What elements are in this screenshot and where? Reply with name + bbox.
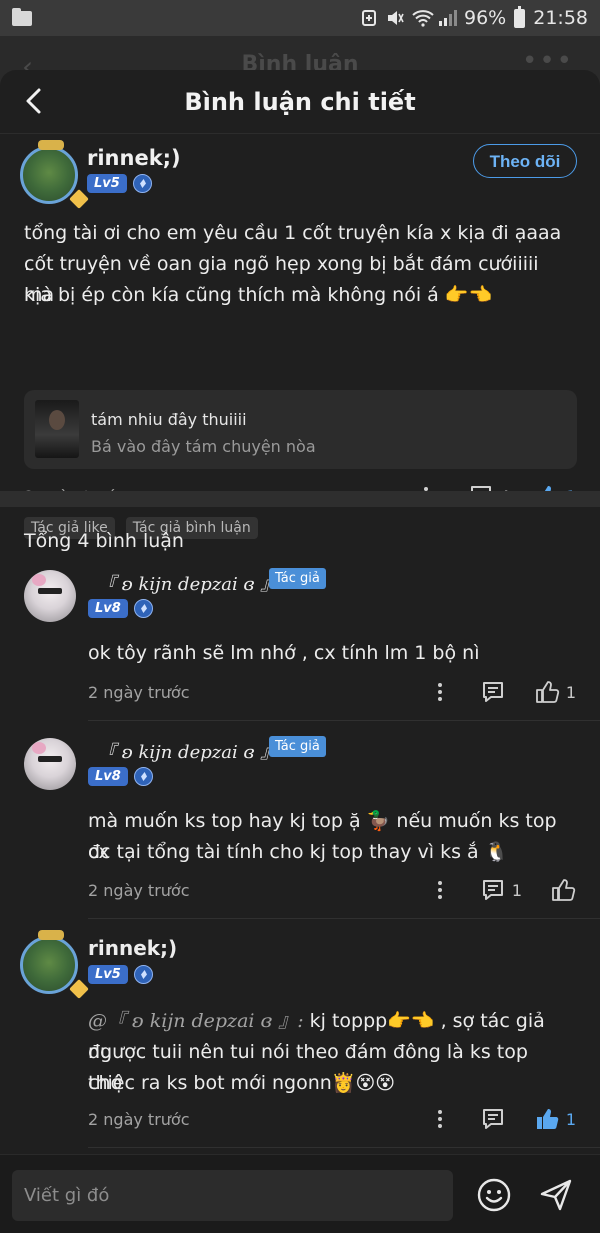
- like-count: 1: [565, 1109, 576, 1129]
- timestamp: 2 ngày trước: [88, 1109, 190, 1129]
- reply-item: 『 ʚ kijn depzai ɞ 』 Tác giả Lv8 mà muốn …: [0, 736, 600, 919]
- more-vertical-icon[interactable]: [428, 878, 452, 902]
- writer-frame-icon: [38, 140, 64, 150]
- battery-percent: 96%: [464, 7, 507, 29]
- gem-icon: [133, 599, 153, 618]
- divider: [88, 720, 600, 721]
- comment-input-bar: [0, 1154, 600, 1233]
- gem-icon: [132, 174, 152, 193]
- gem-icon: [133, 965, 153, 984]
- thumbs-up-icon: [536, 1109, 559, 1129]
- emoji-button[interactable]: [476, 1177, 512, 1213]
- avatar[interactable]: [24, 738, 76, 790]
- smiley-icon: [477, 1178, 511, 1212]
- folder-icon: [12, 7, 32, 26]
- post-thumbnail: [35, 400, 79, 458]
- level-row: Lv8: [88, 767, 153, 786]
- thumbs-up-outline-icon: [552, 879, 576, 901]
- like-button[interactable]: 1: [534, 1106, 576, 1132]
- clock: 21:58: [533, 7, 588, 29]
- reply-meta: 2 ngày trước 1: [88, 1104, 576, 1134]
- comment-icon: [482, 1109, 503, 1129]
- more-vertical-icon[interactable]: [428, 680, 452, 704]
- total-comments-label: Tổng 4 bình luận: [24, 530, 184, 552]
- avatar[interactable]: [20, 140, 89, 209]
- sheet-header: Bình luận chi tiết: [0, 70, 600, 134]
- main-comment: rinnek;) Lv5 Theo dõi tổng tài ơi cho em…: [0, 134, 600, 539]
- follow-button[interactable]: Theo dõi: [473, 144, 577, 178]
- reply-item: rinnek;) Lv5 @『 ʚ kijn depzai ɞ 』: kj to…: [0, 930, 600, 1148]
- signal-icon: [438, 9, 457, 27]
- comment-icon: [482, 880, 503, 900]
- divider: [88, 918, 600, 919]
- like-button[interactable]: [550, 877, 576, 903]
- mention-link[interactable]: @『 ʚ kijn depzai ɞ 』:: [88, 1010, 304, 1032]
- mute-icon: [386, 9, 404, 27]
- thumbs-up-outline-icon: [535, 681, 559, 703]
- data-saver-icon: [360, 9, 378, 27]
- comment-icon: [482, 682, 503, 702]
- comment-line: kịa bị ép còn kía cũng thích mà không nó…: [24, 284, 493, 306]
- level-badge: Lv5: [87, 174, 127, 193]
- reply-meta: 2 ngày trước 1: [88, 677, 576, 707]
- level-badge: Lv8: [88, 599, 128, 618]
- reply-button[interactable]: [480, 1106, 506, 1132]
- gem-icon: [133, 767, 153, 786]
- page-title: Bình luận chi tiết: [184, 88, 416, 116]
- reply-text: ok tôy rãnh sẽ lm nhớ , cx tính lm 1 bộ …: [88, 642, 480, 664]
- reply-author[interactable]: rinnek;): [88, 936, 177, 960]
- level-row: Lv5: [88, 965, 153, 984]
- reply-meta: 2 ngày trước 1: [88, 875, 576, 905]
- send-icon: [540, 1179, 572, 1211]
- author-role-badge: Tác giả: [269, 736, 326, 757]
- reply-button[interactable]: 1: [480, 877, 522, 903]
- author-name[interactable]: rinnek;): [87, 146, 181, 170]
- author-role-badge: Tác giả: [269, 568, 326, 589]
- comment-input[interactable]: [12, 1170, 453, 1221]
- more-vertical-icon[interactable]: [428, 1107, 452, 1131]
- reply-item: 『 ʚ kijn depzai ɞ 』 Tác giả Lv8 ok tôy r…: [0, 568, 600, 721]
- reply-button[interactable]: [480, 679, 506, 705]
- divider: [88, 1147, 600, 1148]
- level-badge: Lv5: [88, 965, 128, 984]
- battery-icon: [514, 5, 526, 28]
- level-row: Lv8: [88, 599, 153, 618]
- reply-text-line: đc tại tổng tài tính cho kj top thay vì …: [88, 841, 509, 863]
- send-button[interactable]: [538, 1177, 574, 1213]
- level-row: Lv5: [87, 174, 152, 193]
- avatar[interactable]: [24, 570, 76, 622]
- post-subtitle: Bá vào đây tám chuyện nòa: [91, 437, 316, 456]
- comment-detail-sheet: Bình luận chi tiết rinnek;) Lv5 Theo dõi…: [0, 70, 600, 1233]
- wifi-icon: [412, 9, 434, 27]
- reply-text-line: thiệc ra ks bot mới ngonn👸😵😵: [88, 1072, 396, 1094]
- reply-author[interactable]: 『 ʚ kijn depzai ɞ 』: [98, 738, 278, 764]
- like-count: 1: [565, 682, 576, 702]
- reply-count: 1: [511, 880, 522, 900]
- timestamp: 2 ngày trước: [88, 880, 190, 900]
- avatar[interactable]: [20, 930, 89, 999]
- timestamp: 2 ngày trước: [88, 682, 190, 702]
- section-divider: [0, 491, 600, 507]
- writer-frame-icon: [38, 930, 64, 940]
- like-button[interactable]: 1: [534, 679, 576, 705]
- level-badge: Lv8: [88, 767, 128, 786]
- linked-post-card[interactable]: tám nhiu đây thuiiii Bá vào đây tám chuy…: [24, 390, 577, 469]
- reply-author[interactable]: 『 ʚ kijn depzai ɞ 』: [98, 570, 278, 596]
- post-title: tám nhiu đây thuiiii: [91, 410, 247, 429]
- status-bar: 96% 21:58: [0, 0, 600, 36]
